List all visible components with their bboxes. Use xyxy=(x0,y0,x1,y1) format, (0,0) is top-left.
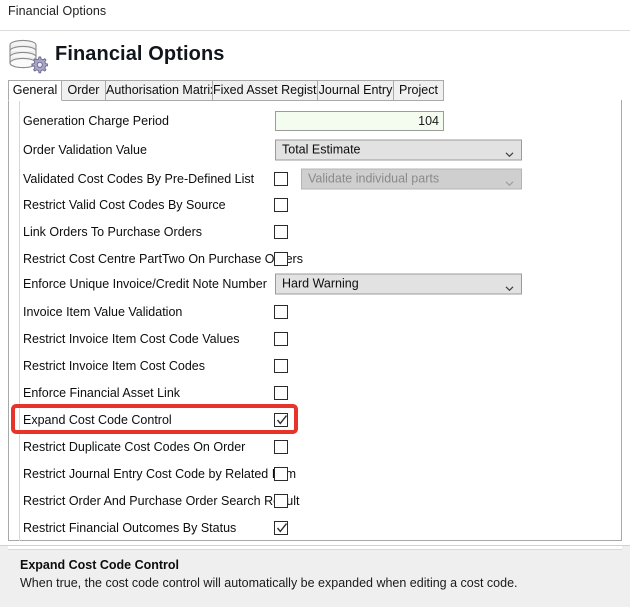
general-tab-panel: Generation Charge Period 104 Order Validat… xyxy=(8,100,622,541)
checkbox-restrict-cost-centre-parttwo-on-purchase-orders[interactable] xyxy=(274,252,288,266)
tab-fixed-asset-register[interactable]: Fixed Asset Register xyxy=(212,80,328,101)
window-title: Financial Options xyxy=(8,4,107,18)
description-separator xyxy=(0,545,630,546)
titlebar-divider xyxy=(0,30,630,31)
checkbox-restrict-invoice-item-cost-codes[interactable] xyxy=(274,359,288,373)
tab-label: Authorisation Matrix xyxy=(106,83,217,97)
form-row-label: Restrict Invoice Item Cost Codes xyxy=(23,359,206,373)
chevron-down-icon xyxy=(505,280,514,291)
combobox-enforce-unique-invoice-credit-note-number[interactable]: Hard Warning xyxy=(275,273,522,295)
form-row-label: Validated Cost Codes By Pre-Defined List xyxy=(23,172,255,186)
chevron-down-icon xyxy=(505,146,514,157)
checkbox-restrict-invoice-item-cost-code-values[interactable] xyxy=(274,332,288,346)
tab-order[interactable]: Order xyxy=(61,80,106,101)
tab-label: Project xyxy=(399,83,438,97)
checkbox-enforce-financial-asset-link[interactable] xyxy=(274,386,288,400)
form-row-label: Invoice Item Value Validation xyxy=(23,305,183,319)
chevron-down-icon xyxy=(505,175,514,186)
window-titlebar: Financial Options xyxy=(0,0,630,31)
form-row-label: Restrict Financial Outcomes By Status xyxy=(23,521,237,535)
tab-strip: General Order Authorisation Matrix Fixed As… xyxy=(8,80,622,101)
checkbox-restrict-duplicate-cost-codes-on-order[interactable] xyxy=(274,440,288,454)
checkbox-restrict-valid-cost-codes-by-source[interactable] xyxy=(274,198,288,212)
combobox-value: Validate individual parts xyxy=(308,171,440,186)
tab-project[interactable]: Project xyxy=(393,80,444,101)
combobox-validated-cost-codes-by-pre-defined-list: Validate individual parts xyxy=(301,168,522,190)
form-row-label: Generation Charge Period xyxy=(23,114,169,128)
combobox-value: Total Estimate xyxy=(282,142,361,157)
tab-authorisation-matrix[interactable]: Authorisation Matrix xyxy=(105,80,217,101)
generation-charge-period-input[interactable]: 104 xyxy=(275,111,444,131)
description-title: Expand Cost Code Control xyxy=(20,558,180,572)
tab-journal-entry[interactable]: Journal Entry xyxy=(317,80,394,101)
description-body: When true, the cost code control will au… xyxy=(20,576,518,590)
tab-label: Journal Entry xyxy=(318,83,393,97)
form-row-restrict-financial-outcomes-by-status: Restrict Financial Outcomes By Status xyxy=(9,511,621,545)
description-gutter-left xyxy=(0,546,8,607)
form-row-label: Restrict Order And Purchase Order Search… xyxy=(23,494,300,508)
combobox-value: Hard Warning xyxy=(282,276,359,291)
checkbox-expand-cost-code-control[interactable] xyxy=(274,413,288,427)
form-row-label: Expand Cost Code Control xyxy=(23,413,172,427)
checkbox-link-orders-to-purchase-orders[interactable] xyxy=(274,225,288,239)
tab-general[interactable]: General xyxy=(8,80,62,101)
form-row-label: Restrict Journal Entry Cost Code by Rela… xyxy=(23,467,297,481)
form-row-label: Restrict Invoice Item Cost Code Values xyxy=(23,332,240,346)
form-row-label: Restrict Valid Cost Codes By Source xyxy=(23,198,226,212)
form-row-label: Enforce Unique Invoice/Credit Note Numbe… xyxy=(23,277,267,291)
database-gear-icon xyxy=(6,36,49,76)
tab-label: General xyxy=(12,83,58,97)
checkbox-restrict-order-and-purchase-order-search-result[interactable] xyxy=(274,494,288,508)
tab-label: Order xyxy=(67,83,100,97)
tab-label: Fixed Asset Register xyxy=(213,83,328,97)
form-row-label: Restrict Duplicate Cost Codes On Order xyxy=(23,440,246,454)
financial-options-window: Financial Options Financial Options Gene… xyxy=(0,0,630,607)
checkbox-restrict-journal-entry-cost-code-by-related-item[interactable] xyxy=(274,467,288,481)
checkbox-validated-cost-codes-by-pre-defined-list[interactable] xyxy=(274,172,288,186)
checkbox-restrict-financial-outcomes-by-status[interactable] xyxy=(274,521,288,535)
form-row-label: Enforce Financial Asset Link xyxy=(23,386,181,400)
description-gutter-right xyxy=(622,546,630,607)
form-row-label: Link Orders To Purchase Orders xyxy=(23,225,203,239)
page-header: Financial Options xyxy=(0,32,630,79)
description-pane: Expand Cost Code Control When true, the … xyxy=(8,549,622,607)
form-row-label: Restrict Cost Centre PartTwo On Purchase… xyxy=(23,252,303,266)
page-title: Financial Options xyxy=(55,43,225,65)
checkbox-invoice-item-value-validation[interactable] xyxy=(274,305,288,319)
form-row-label: Order Validation Value xyxy=(23,143,147,157)
combobox-order-validation-value[interactable]: Total Estimate xyxy=(275,139,522,161)
